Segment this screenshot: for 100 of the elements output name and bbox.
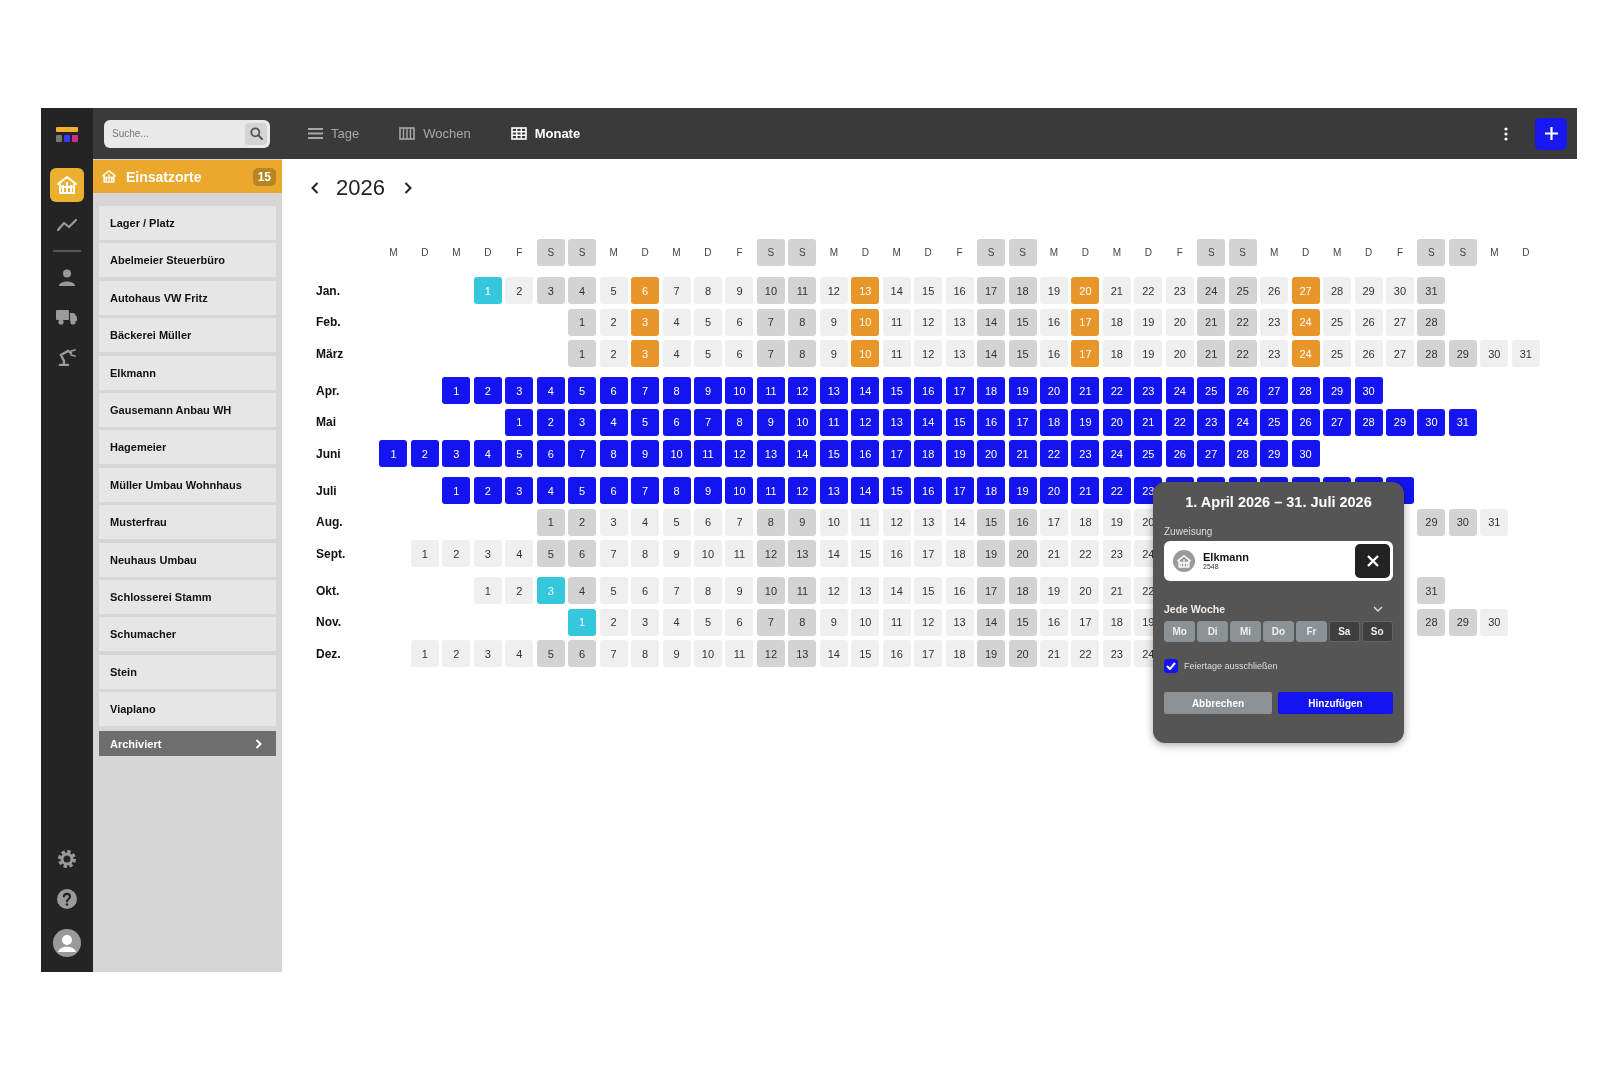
location-item[interactable]: Elkmann [99,355,276,390]
day-cell[interactable]: 1 [505,408,534,436]
day-cell[interactable]: 19 [945,440,974,467]
day-cell[interactable]: 5 [505,440,534,467]
day-cell[interactable]: 31 [1511,340,1540,367]
day-cell[interactable]: 23 [1165,277,1194,304]
day-cell[interactable]: 16 [945,277,974,304]
day-cell[interactable]: 7 [662,577,691,604]
day-cell[interactable]: 15 [1008,308,1037,336]
day-cell[interactable]: 27 [1197,440,1226,467]
day-cell[interactable]: 5 [599,277,628,304]
day-cell[interactable]: 1 [379,440,408,467]
day-cell[interactable]: 20 [977,440,1006,467]
day-cell[interactable]: 17 [1071,608,1100,636]
day-cell[interactable]: 13 [945,340,974,367]
day-cell[interactable]: 23 [1260,340,1289,367]
day-cell[interactable]: 9 [725,577,754,604]
location-item[interactable]: Abelmeier Steuerbüro [99,243,276,278]
day-cell[interactable]: 16 [882,540,911,567]
day-cell[interactable]: 5 [694,308,722,336]
day-cell[interactable]: 30 [1480,340,1509,367]
day-cell[interactable]: 16 [882,640,911,667]
location-item[interactable]: Autohaus VW Fritz [99,280,276,315]
location-item[interactable]: Hagemeier [99,430,276,465]
day-cell[interactable]: 23 [1071,440,1100,467]
day-cell[interactable]: 9 [662,640,691,667]
day-cell[interactable]: 10 [694,540,722,567]
day-cell[interactable]: 28 [1228,440,1257,467]
day-cell[interactable]: 27 [1385,308,1414,336]
day-cell[interactable]: 16 [1039,608,1068,636]
day-cell[interactable]: 5 [662,508,691,536]
day-cell[interactable]: 14 [945,508,974,536]
day-cell[interactable]: 2 [599,340,628,367]
day-cell[interactable]: 8 [725,408,754,436]
day-cell[interactable]: 12 [851,408,880,436]
day-cell[interactable]: 5 [631,408,660,436]
search-field[interactable]: Suche... [104,119,270,148]
day-cell[interactable]: 18 [1008,277,1037,304]
day-cell[interactable]: 22 [1102,477,1131,504]
day-cell[interactable]: 22 [1039,440,1068,467]
day-cell[interactable]: 19 [1071,408,1100,436]
day-cell[interactable]: 14 [882,277,911,304]
day-cell[interactable]: 21 [1039,640,1068,667]
day-cell[interactable]: 6 [694,508,722,536]
day-cell[interactable]: 2 [473,377,502,404]
day-cell[interactable]: 3 [631,608,660,636]
day-cell[interactable]: 19 [977,540,1006,567]
day-cell[interactable]: 17 [977,277,1006,304]
day-cell[interactable]: 8 [788,340,817,367]
day-cell[interactable]: 9 [662,540,691,567]
day-cell[interactable]: 10 [819,508,848,536]
day-cell[interactable]: 19 [1134,308,1163,336]
day-cell[interactable]: 16 [977,408,1006,436]
day-cell[interactable]: 7 [631,377,660,404]
day-cell[interactable]: 5 [536,640,565,667]
day-cell[interactable]: 28 [1417,308,1446,336]
day-cell[interactable]: 2 [536,408,565,436]
day-cell[interactable]: 6 [599,377,628,404]
day-cell[interactable]: 7 [631,477,660,504]
day-cell[interactable]: 26 [1354,340,1383,367]
day-cell[interactable]: 29 [1448,608,1477,636]
day-cell[interactable]: 7 [599,540,628,567]
day-cell[interactable]: 3 [505,477,534,504]
day-cell[interactable]: 13 [756,440,785,467]
day-cell[interactable]: 4 [662,608,691,636]
day-cell[interactable]: 4 [631,508,660,536]
day-cell[interactable]: 6 [568,640,597,667]
day-cell[interactable]: 11 [882,340,911,367]
day-cell[interactable]: 28 [1417,608,1446,636]
day-cell[interactable]: 14 [977,608,1006,636]
day-cell[interactable]: 23 [1134,377,1163,404]
day-cell[interactable]: 24 [1102,440,1131,467]
day-cell[interactable]: 18 [1039,408,1068,436]
day-cell[interactable]: 14 [914,408,943,436]
day-cell[interactable]: 8 [788,308,817,336]
day-cell[interactable]: 17 [945,477,974,504]
day-cell[interactable]: 27 [1385,340,1414,367]
profile-button[interactable] [52,928,82,958]
day-cell[interactable]: 9 [631,440,660,467]
day-cell[interactable]: 3 [473,640,502,667]
day-cell[interactable]: 8 [694,577,722,604]
day-cell[interactable]: 19 [977,640,1006,667]
day-cell[interactable]: 3 [473,540,502,567]
archive-button[interactable]: Archiviert [99,731,276,757]
day-cell[interactable]: 20 [1165,340,1194,367]
day-cell[interactable]: 3 [568,408,597,436]
day-cell[interactable]: 27 [1323,408,1352,436]
day-cell[interactable]: 25 [1228,277,1257,304]
day-cell[interactable]: 18 [1071,508,1100,536]
day-cell[interactable]: 29 [1448,340,1477,367]
day-cell[interactable]: 24 [1228,408,1257,436]
day-cell[interactable]: 13 [819,477,848,504]
day-cell[interactable]: 30 [1354,377,1383,404]
day-cell[interactable]: 12 [914,308,943,336]
day-cell[interactable]: 13 [945,308,974,336]
day-cell[interactable]: 21 [1197,308,1226,336]
day-cell[interactable]: 21 [1039,540,1068,567]
logo-icon[interactable] [56,127,78,143]
day-cell[interactable]: 10 [788,408,817,436]
day-cell[interactable]: 21 [1102,277,1131,304]
